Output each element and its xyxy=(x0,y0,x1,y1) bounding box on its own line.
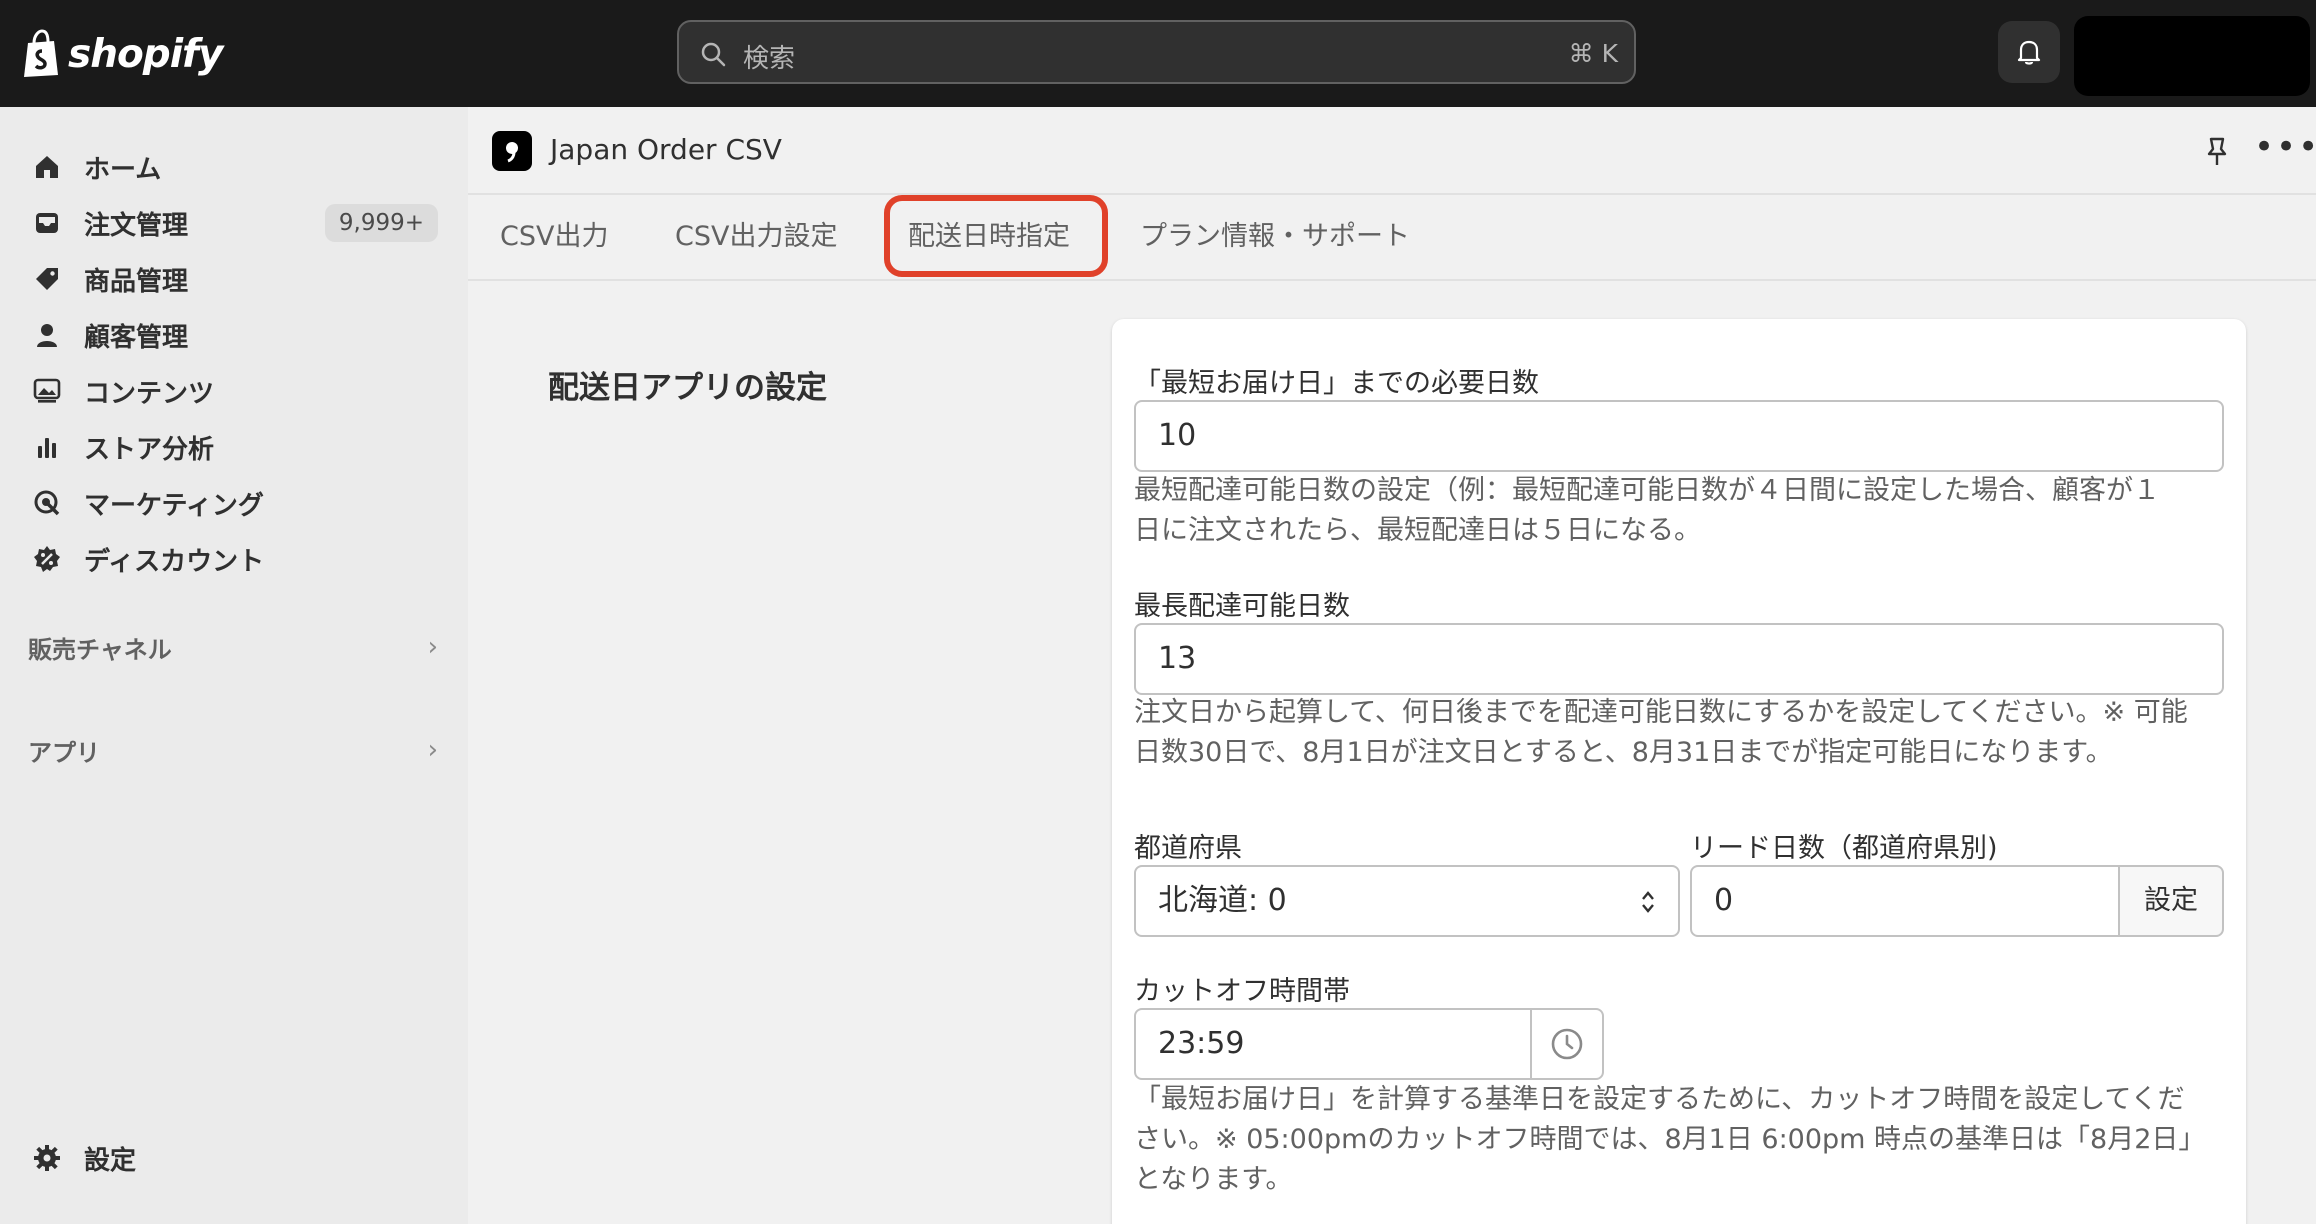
notifications-button[interactable] xyxy=(1998,21,2060,83)
select-arrows-icon xyxy=(1642,891,1654,913)
search-shortcut: ⌘ K xyxy=(1568,39,1618,68)
prefecture-label: 都道府県 xyxy=(1134,833,1242,864)
max-days-label: 最長配達可能日数 xyxy=(1134,591,1350,622)
cutoff-label: カットオフ時間帯 xyxy=(1134,976,1350,1007)
chevron-right-icon: › xyxy=(427,632,438,662)
cutoff-help-line1: 「最短お届け日」を計算する基準日を設定するために、カットオフ時間を設定してくだ xyxy=(1134,1084,2185,1115)
max-days-input[interactable]: 13 xyxy=(1134,623,2224,695)
sidebar-item-marketing[interactable]: マーケティング xyxy=(16,478,438,528)
tag-icon xyxy=(30,262,64,296)
brand-name: shopify xyxy=(68,31,223,77)
lead-days-set-button[interactable]: 設定 xyxy=(2118,865,2224,937)
sales-channels-section[interactable]: 販売チャネル › xyxy=(28,627,438,667)
discount-icon xyxy=(30,542,64,576)
sidebar-item-analytics[interactable]: ストア分析 xyxy=(16,422,438,472)
sidebar-item-label: 顧客管理 xyxy=(84,322,189,353)
inbox-icon xyxy=(30,206,64,240)
sidebar-item-discounts[interactable]: ディスカウント xyxy=(16,534,438,584)
shopify-logo[interactable]: shopify xyxy=(20,26,223,82)
account-menu-button[interactable] xyxy=(2074,16,2310,96)
sidebar-item-label: ディスカウント xyxy=(84,546,265,577)
apps-label: アプリ xyxy=(28,738,100,767)
more-actions-icon[interactable]: ••• xyxy=(2254,130,2316,169)
bell-icon xyxy=(2017,40,2041,65)
app-title: Japan Order CSV xyxy=(550,133,782,166)
tab-delivery-date[interactable]: 配送日時指定 xyxy=(908,217,1070,257)
min-days-help-line2: 日に注文されたら、最短配達日は５日になる。 xyxy=(1134,515,1701,546)
tab-bar: CSV出力 CSV出力設定 配送日時指定 プラン情報・サポート xyxy=(468,195,2316,281)
app-header: Japan Order CSV ••• xyxy=(468,107,2316,195)
tab-csv-export[interactable]: CSV出力 xyxy=(500,217,608,257)
sidebar-item-settings[interactable]: 設定 xyxy=(16,1133,438,1183)
cutoff-time-input[interactable]: 23:59 xyxy=(1134,1008,1532,1080)
app-logo-icon xyxy=(492,131,532,171)
sidebar-item-customers[interactable]: 顧客管理 xyxy=(16,310,438,360)
image-icon xyxy=(30,374,64,408)
sidebar-item-content[interactable]: コンテンツ xyxy=(16,366,438,416)
max-days-help-line1: 注文日から起算して、何日後までを配達可能日数にするかを設定してください。※ 可能 xyxy=(1134,697,2188,728)
person-icon xyxy=(30,318,64,352)
sidebar-item-label: 注文管理 xyxy=(84,210,189,241)
lead-days-input[interactable]: 0 xyxy=(1690,865,2120,937)
cutoff-help-line3: となります。 xyxy=(1134,1164,1293,1195)
shopify-bag-icon xyxy=(24,29,58,77)
sidebar-item-label: マーケティング xyxy=(84,490,264,521)
apps-section[interactable]: アプリ › xyxy=(28,730,438,770)
search-placeholder: 検索 xyxy=(743,44,796,74)
home-icon xyxy=(30,150,64,184)
clock-icon xyxy=(1551,1028,1583,1060)
min-days-input[interactable]: 10 xyxy=(1134,400,2224,472)
sales-channels-label: 販売チャネル xyxy=(28,635,172,664)
sidebar-item-products[interactable]: 商品管理 xyxy=(16,254,438,304)
orders-count-badge: 9,999+ xyxy=(324,204,438,242)
sidebar-item-label: コンテンツ xyxy=(84,378,215,409)
cutoff-help-line2: さい。※ 05:00pmのカットオフ時間では、8月1日 6:00pm 時点の基準… xyxy=(1134,1124,2206,1155)
top-bar: shopify 検索 ⌘ K xyxy=(0,0,2316,107)
search-icon xyxy=(701,42,726,67)
chevron-right-icon: › xyxy=(427,735,438,765)
target-icon xyxy=(30,486,64,520)
gear-icon xyxy=(30,1141,64,1175)
min-days-help-line1: 最短配達可能日数の設定（例：最短配達可能日数が４日間に設定した場合、顧客が１ xyxy=(1134,475,2160,506)
bar-chart-icon xyxy=(30,430,64,464)
tab-plan-support[interactable]: プラン情報・サポート xyxy=(1140,217,1410,257)
search-bar[interactable]: 検索 ⌘ K xyxy=(677,20,1636,84)
prefecture-select-value: 北海道: 0 xyxy=(1158,883,1287,918)
time-picker-button[interactable] xyxy=(1530,1008,1604,1080)
sidebar: ホーム 注文管理 9,999+ 商品管理 顧客管理 コンテンツ ストア分析 マー… xyxy=(0,107,468,1224)
sidebar-item-orders[interactable]: 注文管理 9,999+ xyxy=(16,198,438,248)
sidebar-item-label: ストア分析 xyxy=(84,434,215,465)
sidebar-item-home[interactable]: ホーム xyxy=(16,142,438,192)
sidebar-item-label: ホーム xyxy=(84,154,162,185)
sidebar-item-label: 設定 xyxy=(84,1145,137,1176)
settings-card: 「最短お届け日」までの必要日数 10 最短配達可能日数の設定（例：最短配達可能日… xyxy=(1112,319,2246,1224)
lead-days-label: リード日数（都道府県別) xyxy=(1690,833,1998,864)
sidebar-item-label: 商品管理 xyxy=(84,266,189,297)
section-title: 配送日アプリの設定 xyxy=(548,370,827,406)
tab-csv-settings[interactable]: CSV出力設定 xyxy=(675,217,837,257)
pin-icon[interactable] xyxy=(2200,135,2234,169)
prefecture-select[interactable]: 北海道: 0 xyxy=(1134,865,1680,937)
max-days-help-line2: 日数30日で、8月1日が注文日とすると、8月31日までが指定可能日になります。 xyxy=(1134,737,2113,768)
min-days-label: 「最短お届け日」までの必要日数 xyxy=(1134,368,1539,399)
